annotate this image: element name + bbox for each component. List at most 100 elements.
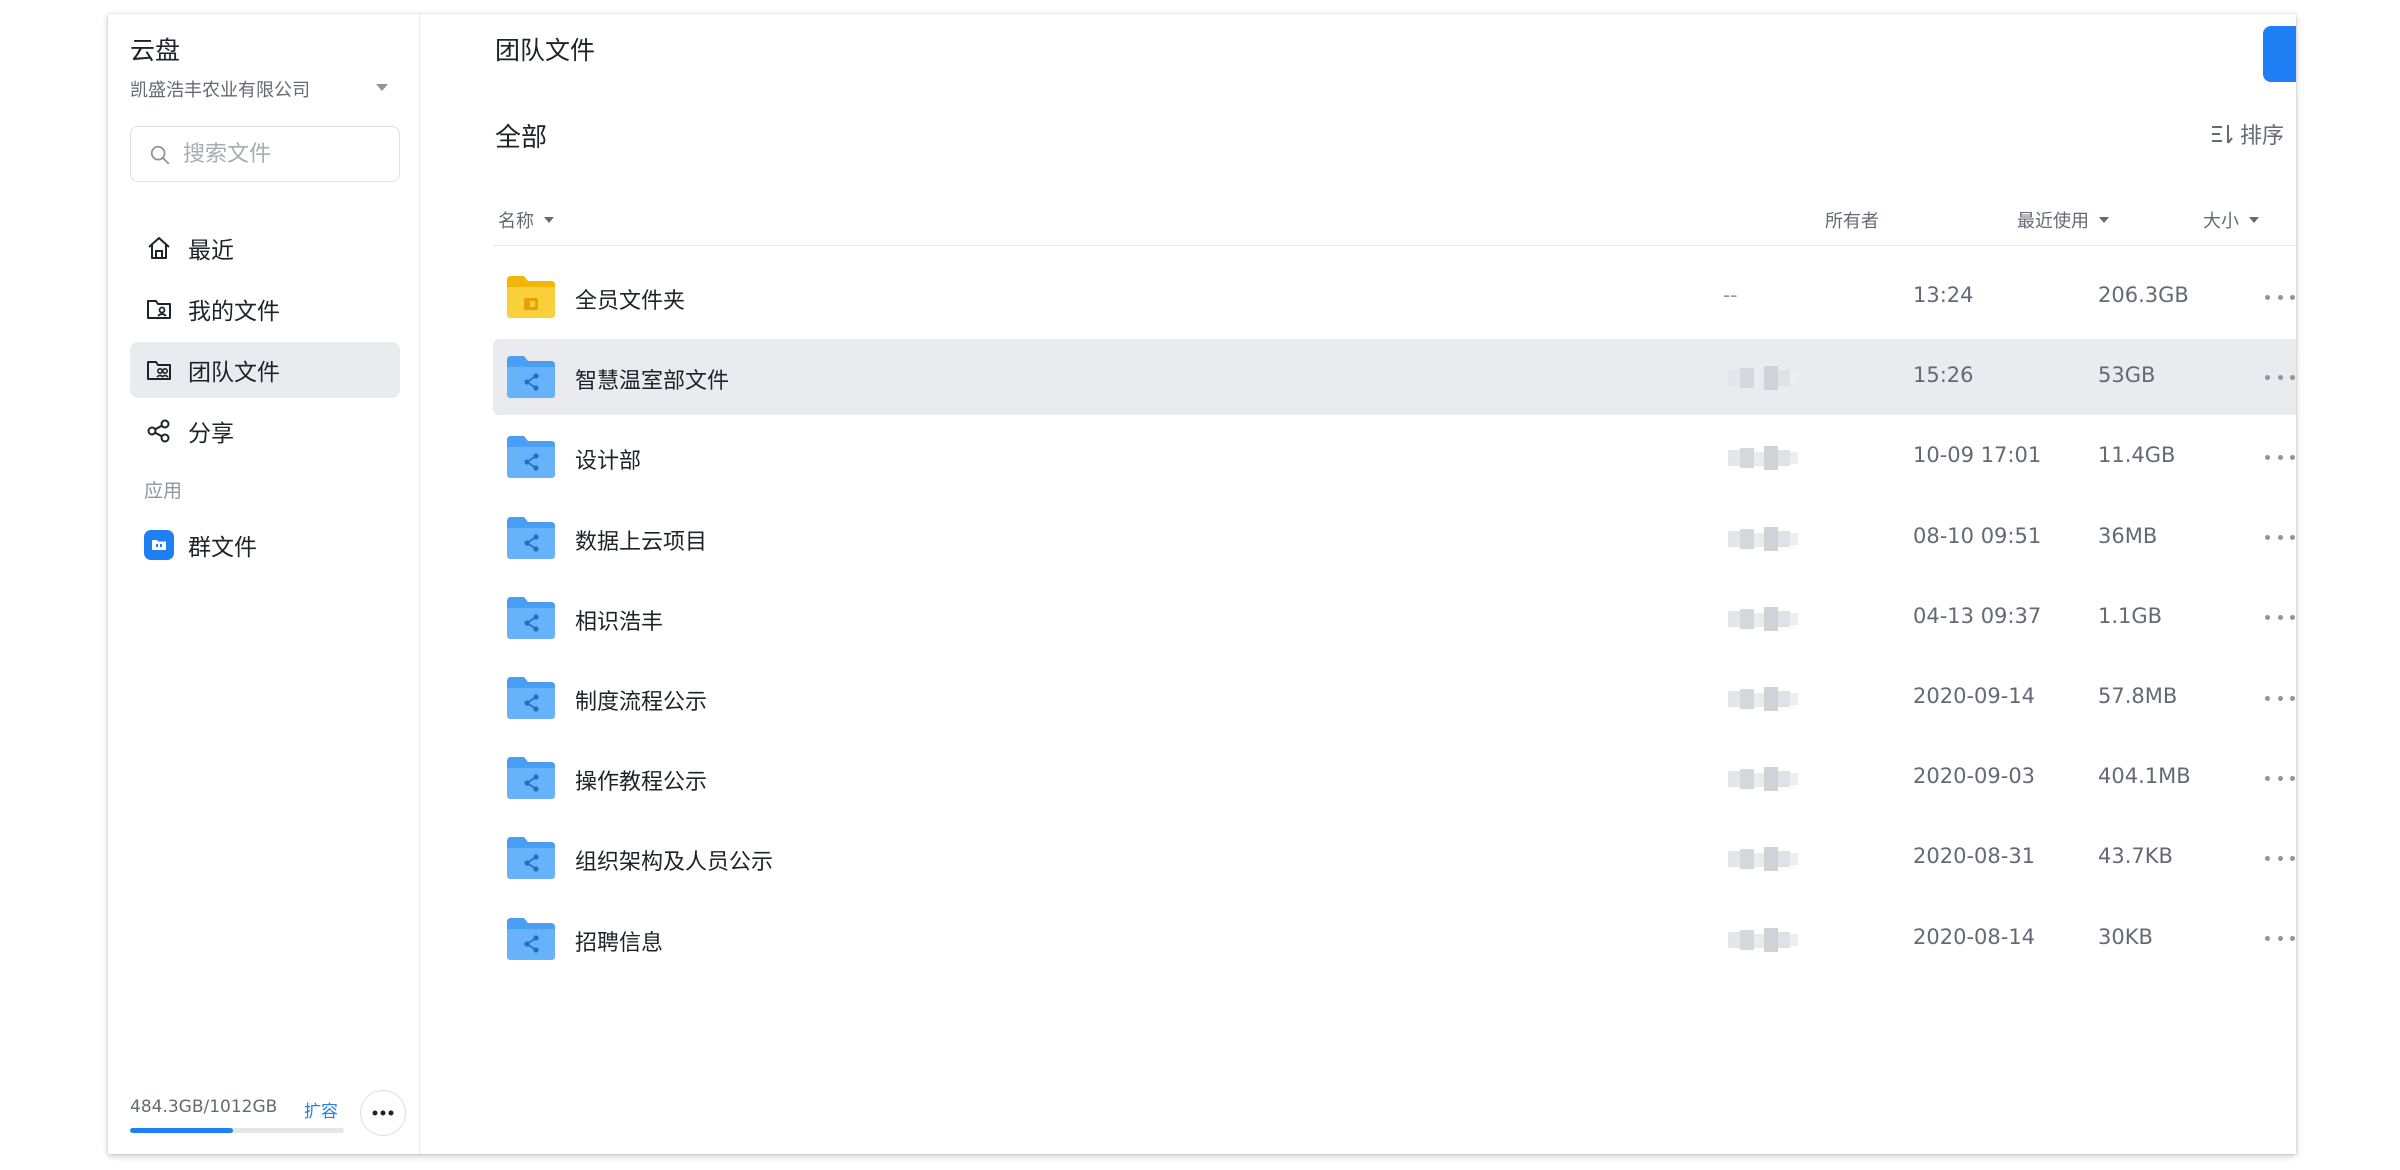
table-row[interactable]: 操作教程公示 2020-09-03 404.1MB	[493, 740, 2296, 816]
shared-folder-icon	[507, 677, 555, 719]
sidebar-item-label: 最近	[188, 238, 234, 264]
row-name[interactable]: 设计部	[575, 443, 641, 475]
company-switcher-label[interactable]: 凯盛浩丰农业有限公司	[130, 76, 310, 102]
sort-caret-icon	[544, 217, 554, 223]
shared-folder-icon	[507, 596, 555, 639]
shared-folder-icon	[507, 837, 555, 880]
row-name[interactable]: 数据上云项目	[575, 524, 707, 556]
row-name[interactable]: 招聘信息	[575, 925, 663, 957]
shared-folder-icon	[507, 356, 555, 399]
row-owner: --	[1723, 283, 1738, 307]
table-row[interactable]: 数据上云项目 08-10 09:51 36MB	[493, 500, 2296, 576]
sort-icon	[2212, 125, 2233, 144]
sidebar-item-share[interactable]: 分享	[130, 403, 400, 459]
row-more-icon[interactable]	[2265, 929, 2295, 949]
table-header-divider	[493, 245, 2296, 246]
sidebar-item-team-files[interactable]: 团队文件	[130, 342, 400, 398]
sidebar-more-button[interactable]	[360, 1090, 406, 1136]
app-window: 云盘 凯盛浩丰农业有限公司 最近 我的文件 团队文件	[108, 14, 2296, 1154]
table-row[interactable]: 招聘信息 2020-08-14 30KB	[493, 901, 2296, 977]
sidebar-item-group-files[interactable]: 群文件	[130, 517, 400, 573]
my-folder-icon	[144, 294, 174, 324]
column-header-owner: 所有者	[1825, 207, 1879, 233]
sidebar-item-my-files[interactable]: 我的文件	[130, 281, 400, 337]
owner-avatar-redacted	[1728, 526, 1798, 551]
more-dots-icon	[372, 1110, 394, 1116]
table-row[interactable]: 制度流程公示 2020-09-14 57.8MB	[493, 660, 2296, 736]
sort-label: 排序	[2240, 124, 2285, 149]
row-more-icon[interactable]	[2265, 447, 2295, 467]
row-last-used: 08-10 09:51	[1913, 523, 2042, 548]
page-title: 团队文件	[495, 36, 596, 65]
row-size: 36MB	[2098, 523, 2158, 548]
owner-avatar-redacted	[1728, 927, 1798, 952]
row-name[interactable]: 智慧温室部文件	[575, 363, 729, 395]
sidebar-item-label: 群文件	[188, 535, 257, 561]
table-row[interactable]: 组织架构及人员公示 2020-08-31 43.7KB	[493, 820, 2296, 896]
sidebar-item-label: 我的文件	[188, 299, 280, 325]
storage-progress-bar	[130, 1128, 344, 1133]
shared-folder-icon	[507, 917, 555, 960]
row-size: 404.1MB	[2098, 764, 2191, 789]
row-more-icon[interactable]	[2265, 848, 2295, 868]
row-more-icon[interactable]	[2265, 608, 2295, 628]
column-header-label: 名称	[498, 211, 534, 232]
row-more-icon[interactable]	[2265, 688, 2295, 708]
shared-folder-icon	[507, 757, 555, 800]
table-row[interactable]: 智慧温室部文件 15:26 53GB	[493, 339, 2296, 416]
owner-avatar-redacted	[1728, 446, 1798, 471]
row-size: 57.8MB	[2098, 684, 2178, 708]
row-more-icon[interactable]	[2265, 768, 2295, 788]
storage-usage-text: 484.3GB/1012GB	[130, 1097, 278, 1117]
table-row[interactable]: 设计部 10-09 17:01 11.4GB	[493, 419, 2296, 495]
row-name[interactable]: 制度流程公示	[575, 684, 707, 716]
column-header-name[interactable]: 名称	[498, 207, 554, 233]
sidebar: 云盘 凯盛浩丰农业有限公司 最近 我的文件 团队文件	[108, 14, 420, 1154]
table-row[interactable]: 全员文件夹 -- 13:24 206.3GB	[493, 259, 2296, 335]
new-button[interactable]: 新建	[2263, 26, 2296, 82]
row-more-icon[interactable]	[2265, 287, 2295, 307]
group-files-icon	[144, 530, 174, 560]
sidebar-item-label: 团队文件	[188, 360, 280, 386]
storage-progress-fill	[130, 1128, 233, 1133]
column-header-label: 大小	[2203, 211, 2239, 232]
row-last-used: 2020-08-31	[1913, 844, 2036, 869]
expand-storage-link[interactable]: 扩容	[304, 1097, 338, 1122]
row-name[interactable]: 相识浩丰	[575, 604, 663, 636]
column-header-last-used[interactable]: 最近使用	[2017, 207, 2109, 233]
column-header-size[interactable]: 大小	[2203, 207, 2259, 233]
breadcrumb: 全部	[495, 123, 548, 153]
row-name[interactable]: 操作教程公示	[575, 764, 707, 796]
row-size: 11.4GB	[2098, 443, 2176, 468]
table-row[interactable]: 相识浩丰 04-13 09:37 1.1GB	[493, 580, 2296, 656]
share-icon	[144, 416, 174, 446]
sort-button[interactable]: 排序	[2210, 118, 2284, 150]
row-more-icon[interactable]	[2265, 367, 2295, 387]
plus-circle-icon	[2295, 40, 2296, 68]
owner-avatar-redacted	[1728, 687, 1798, 711]
row-size: 206.3GB	[2098, 283, 2189, 307]
row-size: 1.1GB	[2098, 603, 2163, 628]
search-box[interactable]	[130, 126, 400, 182]
owner-avatar-redacted	[1728, 366, 1798, 391]
team-folder-icon	[144, 355, 174, 385]
row-last-used: 2020-09-14	[1913, 684, 2036, 708]
owner-avatar-redacted	[1728, 767, 1798, 792]
row-size: 30KB	[2098, 924, 2153, 949]
row-last-used: 2020-09-03	[1913, 764, 2036, 789]
search-icon	[150, 145, 170, 165]
chevron-down-icon[interactable]	[376, 84, 388, 91]
row-name[interactable]: 组织架构及人员公示	[575, 844, 773, 876]
sort-caret-icon	[2099, 217, 2109, 223]
row-last-used: 10-09 17:01	[1913, 443, 2042, 468]
sidebar-item-recent[interactable]: 最近	[130, 220, 400, 276]
row-last-used: 04-13 09:37	[1913, 603, 2042, 628]
row-last-used: 15:26	[1913, 363, 1974, 388]
row-size: 43.7KB	[2098, 844, 2173, 869]
search-input[interactable]	[183, 127, 393, 181]
row-name[interactable]: 全员文件夹	[575, 283, 685, 315]
main-panel: 团队文件 新建 全部 排序 名称 所有者 最近使用 大小 全员文件夹 -- 13:2…	[420, 14, 2296, 1154]
sort-caret-icon	[2249, 217, 2259, 223]
row-more-icon[interactable]	[2265, 528, 2295, 548]
app-title: 云盘	[130, 36, 181, 65]
